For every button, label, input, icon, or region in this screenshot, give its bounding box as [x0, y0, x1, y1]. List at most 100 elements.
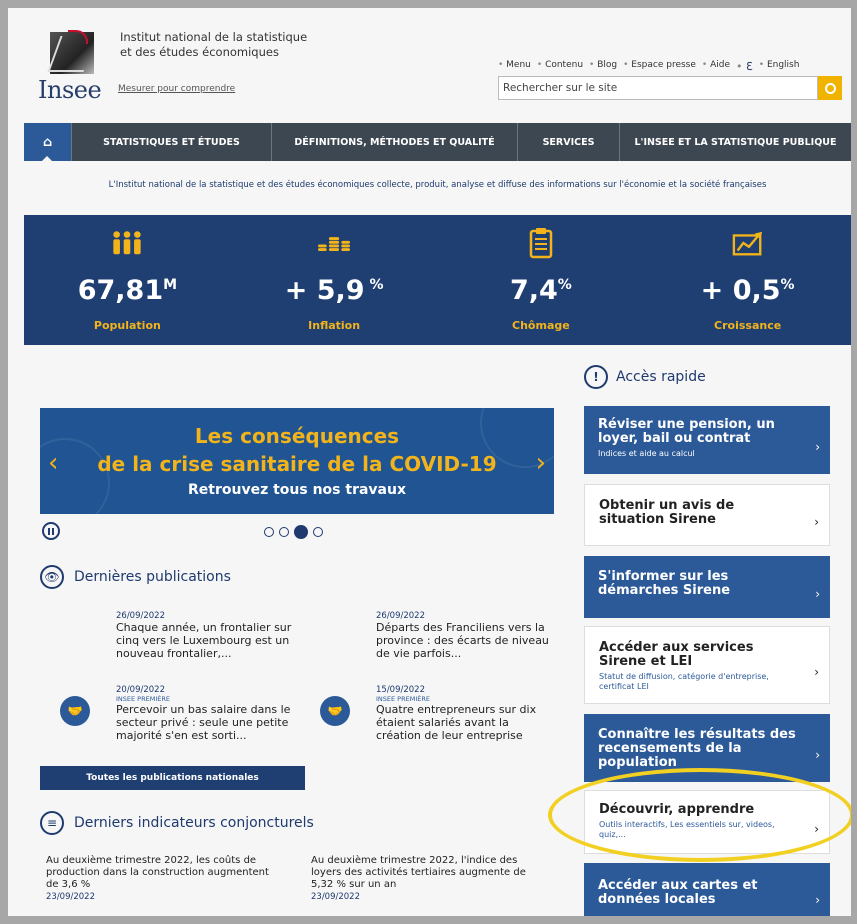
qa-title: Obtenir un avis de situation Sirene [599, 498, 735, 527]
qa-title: Réviser une pension, un loyer, bail ou c… [598, 417, 775, 446]
clipboard-icon [525, 227, 557, 259]
publication-category: INSEE PREMIÈRE [116, 695, 170, 703]
publication-text[interactable]: Chaque année, un frontalier sur cinq ver… [116, 621, 296, 660]
key-figures-band: 67,81M Population + 5,9 % Inflation 7,4%… [24, 215, 851, 345]
publication-date: 15/09/2022 [376, 685, 425, 695]
chat-icon: ≡ [40, 811, 64, 835]
chevron-right-icon: › [815, 587, 820, 601]
tagline-link[interactable]: Mesurer pour comprendre [118, 84, 235, 94]
stat-inflation-unit: % [364, 277, 384, 293]
carousel-dot[interactable] [279, 527, 289, 537]
blog-link[interactable]: Blog [589, 60, 617, 73]
publications-heading: 👁 Dernières publications [40, 565, 231, 589]
qa-services-sirene-lei[interactable]: Accéder aux services Sirene et LEI Statu… [584, 626, 830, 704]
indicator-text[interactable]: Au deuxième trimestre 2022, les coûts de… [46, 855, 281, 891]
top-links: Menu Contenu Blog Espace presse Aide ℇ E… [498, 60, 799, 73]
search-input[interactable]: Rechercher sur le site [498, 76, 818, 100]
menu-link[interactable]: Menu [498, 60, 531, 73]
indicator-item[interactable]: Au deuxième trimestre 2022, l'indice des… [311, 855, 546, 903]
stat-chomage-unit: % [557, 277, 572, 293]
qa-subtitle: Indices et aide au calcul [598, 449, 695, 458]
chevron-right-icon: › [814, 665, 819, 679]
quick-access-heading: ! Accès rapide [584, 365, 706, 389]
stat-inflation-value: + 5,9 [284, 275, 365, 306]
handshake-icon: 🤝 [320, 696, 350, 726]
handshake-icon: 🤝 [60, 696, 90, 726]
stat-croissance-value: + 0,5 [700, 275, 781, 306]
qa-title: Accéder aux services Sirene et LEI [599, 640, 754, 669]
stat-inflation[interactable]: + 5,9 % Inflation [231, 215, 438, 345]
carousel-dot-active[interactable] [294, 525, 308, 539]
qa-reviser-pension[interactable]: Réviser une pension, un loyer, bail ou c… [584, 406, 830, 474]
chevron-right-icon: › [815, 893, 820, 907]
stat-population-unit: M [163, 277, 178, 293]
stat-croissance[interactable]: + 0,5% Croissance [644, 215, 851, 345]
pause-icon[interactable] [42, 522, 60, 540]
nav-definitions[interactable]: DÉFINITIONS, MÉTHODES ET QUALITÉ [272, 123, 518, 161]
espace-presse-link[interactable]: Espace presse [623, 60, 696, 73]
insee-logo[interactable]: Insee [38, 30, 104, 104]
aide-link[interactable]: Aide [702, 60, 730, 73]
banner-line-2: de la crise sanitaire de la COVID-19 [97, 452, 497, 476]
all-publications-button[interactable]: Toutes les publications nationales [40, 766, 305, 790]
publication-item[interactable]: 20/09/2022 INSEE PREMIÈRE Percevoir un b… [116, 685, 296, 742]
carousel-dots [264, 525, 323, 539]
logo-icon [50, 30, 94, 74]
carousel-dot[interactable] [264, 527, 274, 537]
chevron-right-icon: › [814, 515, 819, 529]
english-link[interactable]: English [759, 60, 800, 73]
covid-banner[interactable]: ‹ › Les conséquences de la crise sanitai… [40, 408, 554, 514]
publication-text[interactable]: Départs des Franciliens vers la province… [376, 621, 556, 660]
publication-item[interactable]: 15/09/2022 INSEE PREMIÈRE Quatre entrepr… [376, 685, 556, 742]
publication-category: INSEE PREMIÈRE [376, 695, 430, 703]
search-button[interactable] [818, 76, 842, 100]
stat-population[interactable]: 67,81M Population [24, 215, 231, 345]
publication-text[interactable]: Percevoir un bas salaire dans le secteur… [116, 703, 296, 742]
coins-icon [318, 227, 351, 259]
qa-subtitle: Statut de diffusion, catégorie d'entrepr… [599, 672, 769, 691]
chevron-right-icon: › [815, 748, 820, 762]
quick-access-title: Accès rapide [616, 369, 706, 385]
publication-date: 26/09/2022 [116, 611, 165, 621]
banner-line-3: Retrouvez tous nos travaux [188, 482, 406, 498]
nav-statistiques[interactable]: STATISTIQUES ET ÉTUDES [72, 123, 272, 161]
qa-avis-sirene[interactable]: Obtenir un avis de situation Sirene › [584, 484, 830, 546]
stat-population-value: 67,81 [77, 275, 164, 306]
logo-text: Insee [38, 76, 102, 104]
banner-line-1: Les conséquences [194, 424, 400, 448]
indicator-date: 23/09/2022 [311, 892, 360, 902]
indicator-text[interactable]: Au deuxième trimestre 2022, l'indice des… [311, 855, 546, 891]
nav-services[interactable]: SERVICES [518, 123, 620, 161]
qa-title: S'informer sur les démarches Sirene [598, 569, 731, 598]
institute-name: Institut national de la statistique et d… [120, 30, 308, 59]
qa-cartes-donnees[interactable]: Accéder aux cartes et données locales › [584, 863, 830, 916]
indicator-date: 23/09/2022 [46, 892, 95, 902]
stat-chomage[interactable]: 7,4% Chômage [438, 215, 645, 345]
intro-text: L'Institut national de la statistique et… [108, 180, 767, 190]
publication-item[interactable]: 26/09/2022 Chaque année, un frontalier s… [116, 611, 296, 660]
highlight-circle [548, 768, 851, 862]
contenu-link[interactable]: Contenu [537, 60, 583, 73]
publication-item[interactable]: 26/09/2022 Départs des Franciliens vers … [376, 611, 556, 660]
eye-icon: 👁 [40, 565, 64, 589]
people-icon [111, 227, 143, 259]
qa-title: Accéder aux cartes et données locales [598, 878, 758, 907]
home-icon[interactable]: ⌂ [24, 123, 72, 162]
qa-demarches-sirene[interactable]: S'informer sur les démarches Sirene › [584, 556, 830, 618]
stat-croissance-unit: % [780, 277, 795, 293]
accessibility-ear-icon[interactable]: ℇ [736, 60, 753, 73]
publication-date: 26/09/2022 [376, 611, 425, 621]
carousel-dot[interactable] [313, 527, 323, 537]
chevron-right-icon: › [815, 440, 820, 454]
indicator-item[interactable]: Au deuxième trimestre 2022, les coûts de… [46, 855, 281, 903]
publication-text[interactable]: Quatre entrepreneurs sur dix étaient sal… [376, 703, 556, 742]
stat-inflation-label: Inflation [308, 319, 361, 332]
stat-chomage-label: Chômage [512, 319, 570, 332]
stat-population-label: Population [93, 319, 161, 332]
growth-chart-icon [732, 227, 764, 259]
qa-title: Connaître les résultats des recensements… [598, 727, 796, 770]
indicators-title: Derniers indicateurs conjoncturels [74, 815, 314, 831]
publications-title: Dernières publications [74, 569, 231, 585]
nav-insee-statistique[interactable]: L'INSEE ET LA STATISTIQUE PUBLIQUE [620, 123, 851, 161]
stat-chomage-value: 7,4 [509, 275, 558, 306]
